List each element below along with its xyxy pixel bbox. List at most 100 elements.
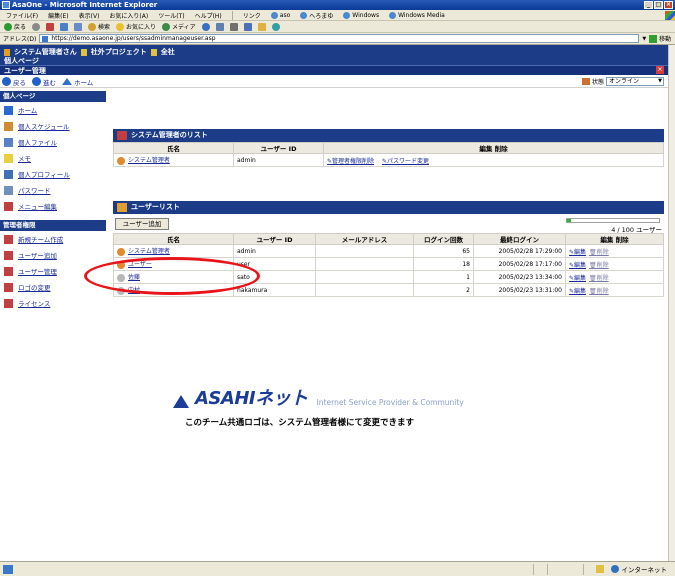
edit-user-link[interactable]: ✎編集 [569, 288, 586, 295]
stop-button[interactable] [46, 22, 55, 31]
link-heromayu[interactable]: へろまゆ [300, 11, 333, 20]
col-login-count: ログイン回数 [413, 233, 474, 245]
close-window-button[interactable]: × [664, 1, 673, 9]
sidebar-personal-item-label[interactable]: パスワード [18, 185, 51, 195]
remove-admin-link[interactable]: ✎管理者権限削除 [327, 158, 374, 165]
memo-icon [4, 153, 13, 163]
sidebar-admin-item-label[interactable]: ユーザー管理 [18, 266, 57, 276]
menu-help[interactable]: ヘルプ(H) [195, 11, 222, 20]
sidebar-admin-item-label[interactable]: ライセンス [18, 298, 50, 308]
tools-icon [4, 234, 13, 244]
link-windows-media[interactable]: Windows Media [389, 11, 445, 19]
project-tag[interactable]: 社外プロジェクト [91, 47, 147, 57]
close-panel-icon[interactable]: × [656, 66, 664, 74]
last-login-cell: 2005/02/28 17:17:00 [473, 257, 566, 271]
sidebar-admin-head: 管理者権限 [0, 220, 106, 231]
edit-page-button[interactable] [243, 22, 252, 31]
sidebar-personal-item-label[interactable]: 個人スケジュール [18, 121, 70, 131]
address-dropdown-icon[interactable]: ▼ [642, 36, 646, 42]
admin-list-title: システム管理者のリスト [113, 129, 664, 142]
messenger-icon [271, 22, 280, 31]
sidebar-admin-item-label[interactable]: 新規チーム作成 [18, 234, 63, 244]
admin-id: admin [233, 153, 324, 167]
sidebar-personal-item[interactable]: パスワード [0, 182, 106, 198]
maximize-button[interactable]: □ [654, 1, 663, 9]
sidebar-admin-item[interactable]: ライセンス [0, 295, 106, 311]
sidebar-personal-item[interactable]: 個人スケジュール [0, 118, 106, 134]
vertical-scrollbar[interactable] [668, 45, 675, 561]
minimize-button[interactable]: _ [644, 1, 653, 9]
messenger-button[interactable] [271, 22, 280, 31]
print-icon [229, 22, 238, 31]
folder-users-icon [117, 203, 127, 212]
back-button[interactable]: 戻る [4, 22, 26, 31]
back-icon [2, 77, 11, 86]
media-button[interactable]: メディア [162, 22, 196, 31]
status-select[interactable]: オンライン [606, 77, 664, 86]
last-login-cell: 2005/02/23 13:34:00 [473, 270, 566, 284]
delete-user-link[interactable]: 🗑削除 [589, 288, 609, 295]
admin-user-icon [117, 156, 125, 165]
menu-file[interactable]: ファイル(F) [6, 11, 38, 20]
admin-name-link[interactable]: システム管理者 [128, 157, 170, 164]
print-button[interactable] [229, 22, 238, 31]
home-button[interactable] [74, 22, 83, 31]
delete-user-link[interactable]: 🗑削除 [589, 249, 609, 256]
login-count-cell: 65 [413, 244, 474, 258]
add-user-button[interactable]: ユーザー追加 [115, 218, 169, 230]
edit-user-link[interactable]: ✎編集 [569, 262, 586, 269]
link-icon [343, 11, 351, 19]
sidebar-admin-item[interactable]: 新規チーム作成 [0, 231, 106, 247]
sidebar-personal-item-label[interactable]: メニュー編集 [18, 201, 57, 211]
nav-forward[interactable]: 進む [32, 77, 56, 87]
edit-user-link[interactable]: ✎編集 [569, 275, 586, 282]
search-button[interactable]: 検索 [88, 22, 110, 31]
user-name-link[interactable]: システム管理者 [128, 248, 170, 255]
sidebar-personal-item[interactable]: メモ [0, 150, 106, 166]
mail-button[interactable] [215, 22, 224, 31]
delete-user-link[interactable]: 🗑削除 [589, 262, 609, 269]
home-icon [4, 105, 13, 115]
globe-icon [610, 565, 619, 573]
sidebar-personal-item-label[interactable]: 個人プロフィール [18, 169, 70, 179]
menu-favorites[interactable]: お気に入り(A) [109, 11, 148, 20]
user-icon [117, 247, 125, 256]
sidebar-personal-item-label[interactable]: メモ [18, 153, 31, 163]
folder-button[interactable] [257, 22, 266, 31]
nav-home[interactable]: ホーム [62, 77, 93, 87]
sidebar-personal-item-label[interactable]: ホーム [18, 105, 37, 115]
ie-icon [2, 1, 10, 9]
sidebar-personal-item[interactable]: メニュー編集 [0, 198, 106, 214]
menu-edit[interactable]: 編集(E) [48, 11, 68, 20]
refresh-button[interactable] [60, 22, 69, 31]
sidebar-admin-item[interactable]: ユーザー追加 [0, 247, 106, 263]
favorites-button[interactable]: お気に入り [116, 22, 156, 31]
company-tag[interactable]: 全社 [161, 47, 175, 57]
link-windows[interactable]: Windows [343, 11, 379, 19]
delete-user-link[interactable]: 🗑削除 [589, 275, 609, 282]
menu-tools[interactable]: ツール(T) [158, 11, 184, 20]
link-aso[interactable]: aso [270, 11, 290, 19]
col-actions: 編集 削除 [565, 233, 664, 245]
history-button[interactable] [201, 22, 210, 31]
menu-bar: ファイル(F) 編集(E) 表示(V) お気に入り(A) ツール(T) ヘルプ(… [0, 10, 675, 21]
change-password-link[interactable]: ✎パスワード変更 [382, 158, 429, 165]
sidebar-personal-item[interactable]: 個人ファイル [0, 134, 106, 150]
menu-view[interactable]: 表示(V) [79, 11, 100, 20]
user-count-progress-fill [567, 219, 571, 222]
sidebar-personal-item[interactable]: 個人プロフィール [0, 166, 106, 182]
address-input[interactable]: https://demo.asaone.jp/users/ssadminmana… [39, 34, 640, 43]
forward-icon [32, 77, 41, 86]
history-icon [201, 22, 210, 31]
sidebar-admin-item-label[interactable]: ユーザー追加 [18, 250, 57, 260]
sidebar-personal-item-label[interactable]: 個人ファイル [18, 137, 57, 147]
forward-button[interactable] [32, 22, 41, 31]
password-icon [4, 185, 13, 195]
menu-separator [231, 10, 233, 20]
sidebar-admin-item-label[interactable]: ロゴの変更 [18, 282, 51, 292]
edit-user-link[interactable]: ✎編集 [569, 249, 586, 256]
folder-icon [257, 22, 266, 31]
sidebar-personal-item[interactable]: ホーム [0, 102, 106, 118]
nav-back[interactable]: 戻る [2, 77, 26, 87]
go-button[interactable]: 移動 [649, 34, 671, 43]
